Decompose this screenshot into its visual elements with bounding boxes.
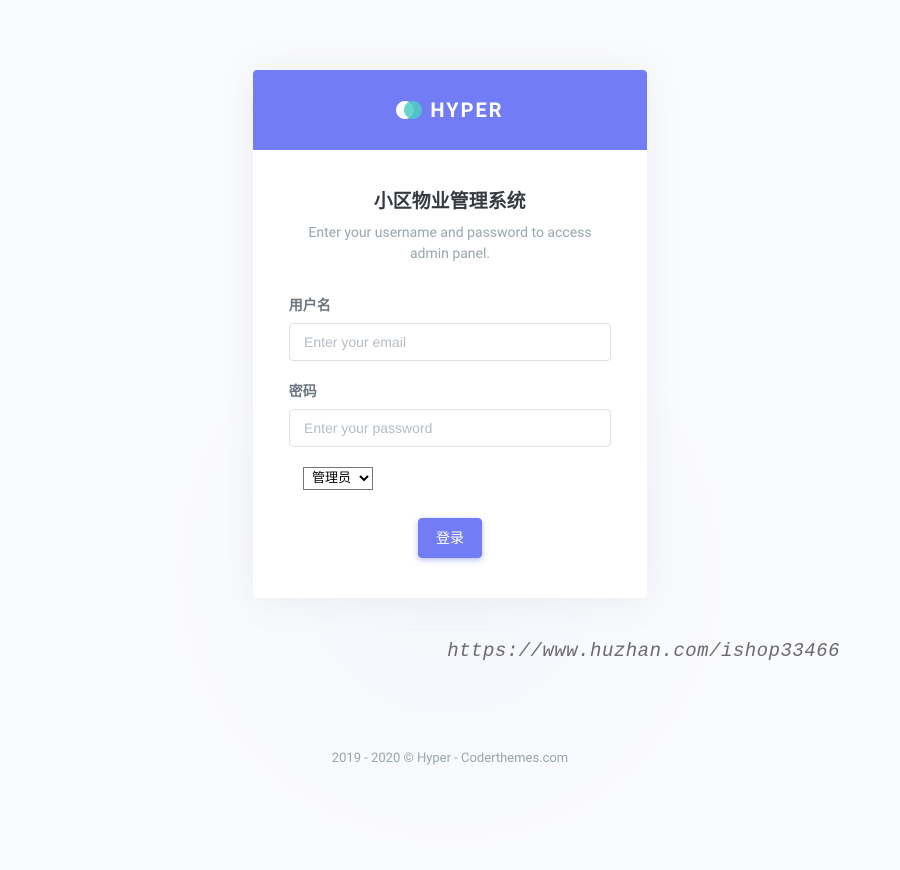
login-button[interactable]: 登录 [418, 518, 482, 558]
username-group: 用户名 [289, 295, 611, 361]
password-input[interactable] [289, 409, 611, 447]
watermark-text: https://www.huzhan.com/ishop33466 [447, 640, 840, 662]
password-label: 密码 [289, 381, 611, 401]
card-body: 小区物业管理系统 Enter your username and passwor… [253, 150, 647, 598]
login-card: HYPER 小区物业管理系统 Enter your username and p… [253, 70, 647, 598]
brand-name: HYPER [430, 98, 503, 122]
logo-icon [396, 99, 422, 121]
role-select[interactable]: 管理员 [303, 467, 373, 490]
page-subtitle: Enter your username and password to acce… [289, 223, 611, 265]
username-input[interactable] [289, 323, 611, 361]
page-title: 小区物业管理系统 [289, 186, 611, 213]
role-select-wrapper: 管理员 [303, 467, 611, 490]
submit-wrapper: 登录 [289, 518, 611, 558]
footer-text: 2019 - 2020 © Hyper - Coderthemes.com [0, 751, 900, 766]
username-label: 用户名 [289, 295, 611, 315]
card-header: HYPER [253, 70, 647, 150]
password-group: 密码 [289, 381, 611, 447]
